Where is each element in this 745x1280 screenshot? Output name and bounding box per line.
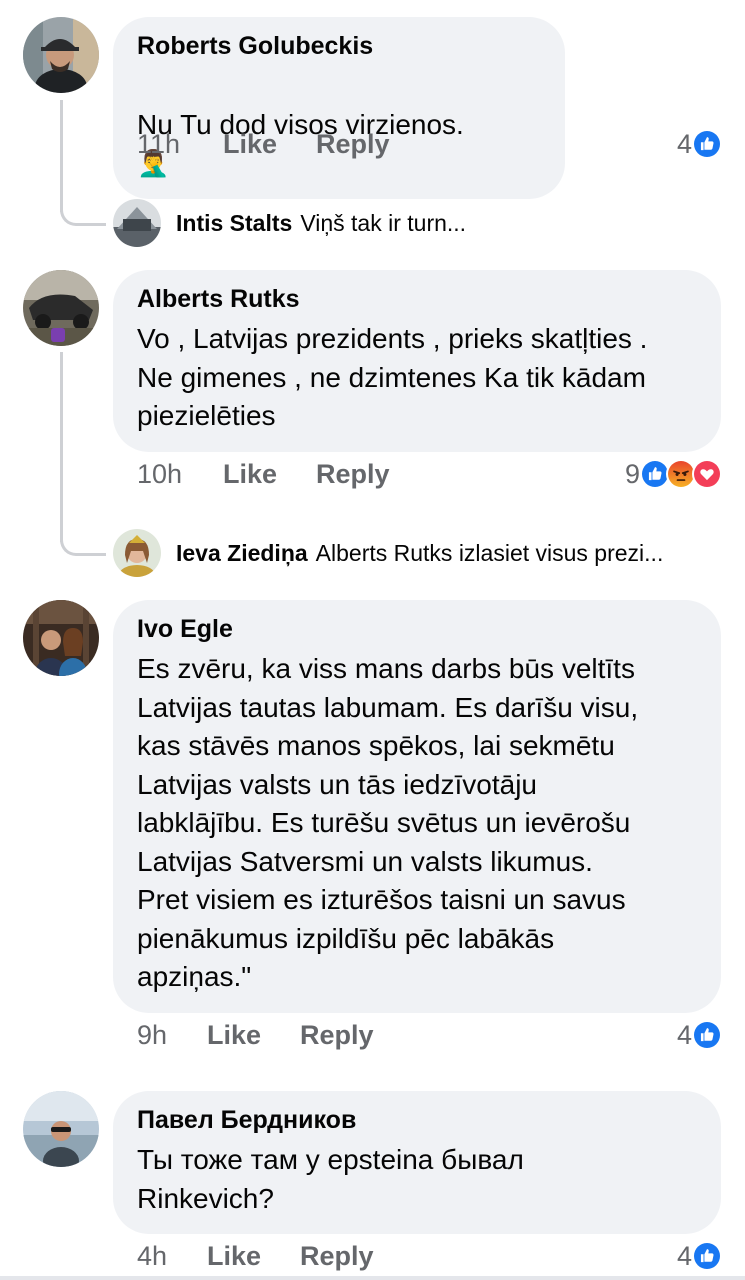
thread-line xyxy=(60,352,63,542)
comment-text: Ты тоже там у epsteina бывал Rinkevich? xyxy=(137,1144,524,1214)
reaction-count: 4 xyxy=(676,1240,692,1271)
reply-author[interactable]: Ieva Ziediņa xyxy=(176,540,308,567)
reaction-summary[interactable]: 9 xyxy=(625,457,722,491)
comment-actions: 4h Like Reply xyxy=(137,1239,374,1273)
heart-icon xyxy=(692,459,722,489)
reply-text: Viņš tak ir turn... xyxy=(300,209,467,236)
reaction-count: 4 xyxy=(676,1019,692,1050)
like-button[interactable]: Like xyxy=(207,1241,300,1272)
reply-avatar[interactable] xyxy=(113,199,161,247)
avatar[interactable] xyxy=(23,1091,99,1167)
comment-author[interactable]: Roberts Golubeckis xyxy=(137,31,541,61)
comment-author[interactable]: Павел Бердников xyxy=(137,1105,697,1135)
thumbs-up-icon xyxy=(692,129,722,159)
thumbs-up-icon xyxy=(692,1020,722,1050)
reply-avatar[interactable] xyxy=(113,529,161,577)
reply-author[interactable]: Intis Stalts xyxy=(176,210,292,237)
reaction-summary[interactable]: 4 xyxy=(677,1239,722,1273)
reply-button[interactable]: Reply xyxy=(300,1020,374,1051)
comment-actions: 10h Like Reply xyxy=(137,457,390,491)
comment-time[interactable]: 10h xyxy=(137,459,223,490)
comment-author[interactable]: Ivo Egle xyxy=(137,614,697,644)
reaction-count: 9 xyxy=(624,458,640,489)
reaction-summary[interactable]: 4 xyxy=(677,127,722,161)
reaction-count: 4 xyxy=(676,128,692,159)
comment-author[interactable]: Alberts Rutks xyxy=(137,284,697,314)
comment-actions: 11h Like Reply xyxy=(137,127,390,161)
thread-connector xyxy=(60,200,106,226)
reply-preview[interactable]: Intis Stalts Viņš tak ir turn... xyxy=(176,203,466,243)
avatar[interactable] xyxy=(23,600,99,676)
comment-bubble: Ivo Egle Es zvēru, ka viss mans darbs bū… xyxy=(113,600,721,1013)
bottom-divider xyxy=(0,1276,745,1280)
reply-button[interactable]: Reply xyxy=(316,459,390,490)
avatar[interactable] xyxy=(23,17,99,93)
comment-time[interactable]: 9h xyxy=(137,1020,207,1051)
comment-time[interactable]: 11h xyxy=(137,129,223,160)
like-button[interactable]: Like xyxy=(223,459,316,490)
reply-text: Alberts Rutks izlasiet visus prezi... xyxy=(315,539,664,566)
like-button[interactable]: Like xyxy=(223,129,316,160)
thread-connector xyxy=(60,530,106,556)
comment-text: Es zvēru, ka viss mans darbs būs veltīts… xyxy=(137,653,639,992)
comment-bubble: Roberts Golubeckis Nu Tu dod visos virzi… xyxy=(113,17,565,199)
comment-actions: 9h Like Reply xyxy=(137,1018,374,1052)
reply-preview[interactable]: Ieva Ziediņa Alberts Rutks izlasiet visu… xyxy=(176,533,663,573)
avatar[interactable] xyxy=(23,270,99,346)
thread-line xyxy=(60,100,63,212)
comment-text: Vo , Latvijas prezidents , prieks skatļt… xyxy=(137,323,648,431)
like-button[interactable]: Like xyxy=(207,1020,300,1051)
thumbs-up-icon xyxy=(692,1241,722,1271)
reply-button[interactable]: Reply xyxy=(316,129,390,160)
reaction-summary[interactable]: 4 xyxy=(677,1018,722,1052)
comment-bubble: Павел Бердников Ты тоже там у epsteina б… xyxy=(113,1091,721,1234)
reply-button[interactable]: Reply xyxy=(300,1241,374,1272)
comment-time[interactable]: 4h xyxy=(137,1241,207,1272)
comment-bubble: Alberts Rutks Vo , Latvijas prezidents ,… xyxy=(113,270,721,452)
